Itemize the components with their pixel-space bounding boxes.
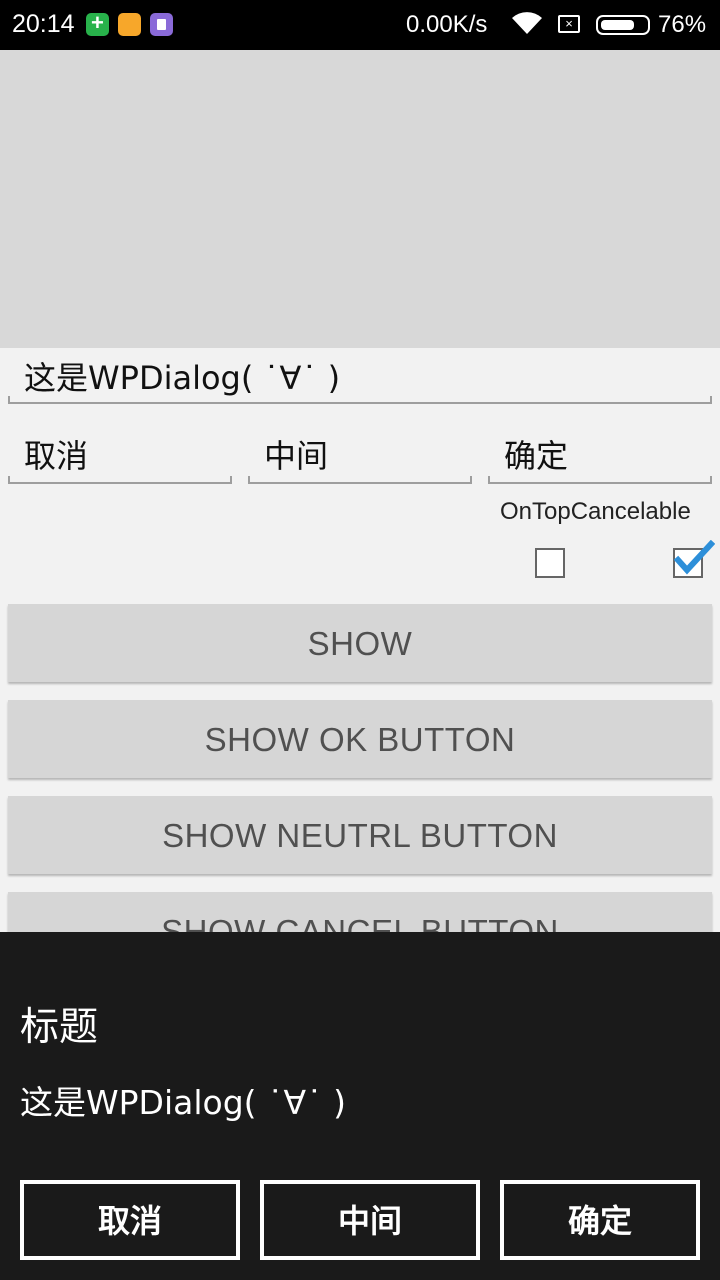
cancel-text-underline: [8, 476, 232, 484]
checkmark-icon: [673, 540, 715, 575]
ontop-checkbox[interactable]: [535, 548, 565, 578]
wp-dialog: 标题 这是WPDialog( ˙∀˙ ) 取消 中间 确定: [0, 932, 720, 1280]
show-button[interactable]: SHOW: [8, 604, 712, 682]
network-speed: 0.00K/s: [406, 11, 488, 38]
dialog-ok-button[interactable]: 确定: [500, 1180, 700, 1260]
dialog-cancel-button[interactable]: 取消: [20, 1180, 240, 1260]
plus-app-icon: [86, 10, 109, 36]
status-time: 20:14: [12, 10, 75, 38]
ok-text-input[interactable]: [488, 430, 712, 478]
dialog-message: 这是WPDialog( ˙∀˙ ): [20, 1083, 346, 1122]
ontop-cancelable-label: OnTopCancelable: [500, 498, 691, 525]
status-bar: 20:14 0.00K/s × 76%: [0, 0, 720, 50]
dialog-title: 标题: [20, 1005, 99, 1050]
no-sim-icon: ×: [558, 15, 580, 33]
message-input[interactable]: [8, 352, 712, 400]
battery-icon: [596, 15, 650, 35]
show-ok-button[interactable]: SHOW OK BUTTON: [8, 700, 712, 778]
folder-app-icon: [118, 13, 141, 36]
clone-app-icon: [150, 13, 173, 36]
message-input-underline: [8, 396, 712, 404]
top-panel: [0, 50, 720, 348]
cancel-text-input[interactable]: [8, 430, 232, 478]
neutral-text-underline: [248, 476, 472, 484]
neutral-text-input[interactable]: [248, 430, 472, 478]
battery-percent: 76%: [658, 11, 707, 38]
wifi-icon: [512, 12, 542, 34]
battery-fill: [601, 20, 635, 30]
dialog-neutral-button[interactable]: 中间: [260, 1180, 480, 1260]
ok-text-underline: [488, 476, 712, 484]
show-neutral-button[interactable]: SHOW NEUTRL BUTTON: [8, 796, 712, 874]
cancelable-checkbox[interactable]: [673, 540, 715, 578]
